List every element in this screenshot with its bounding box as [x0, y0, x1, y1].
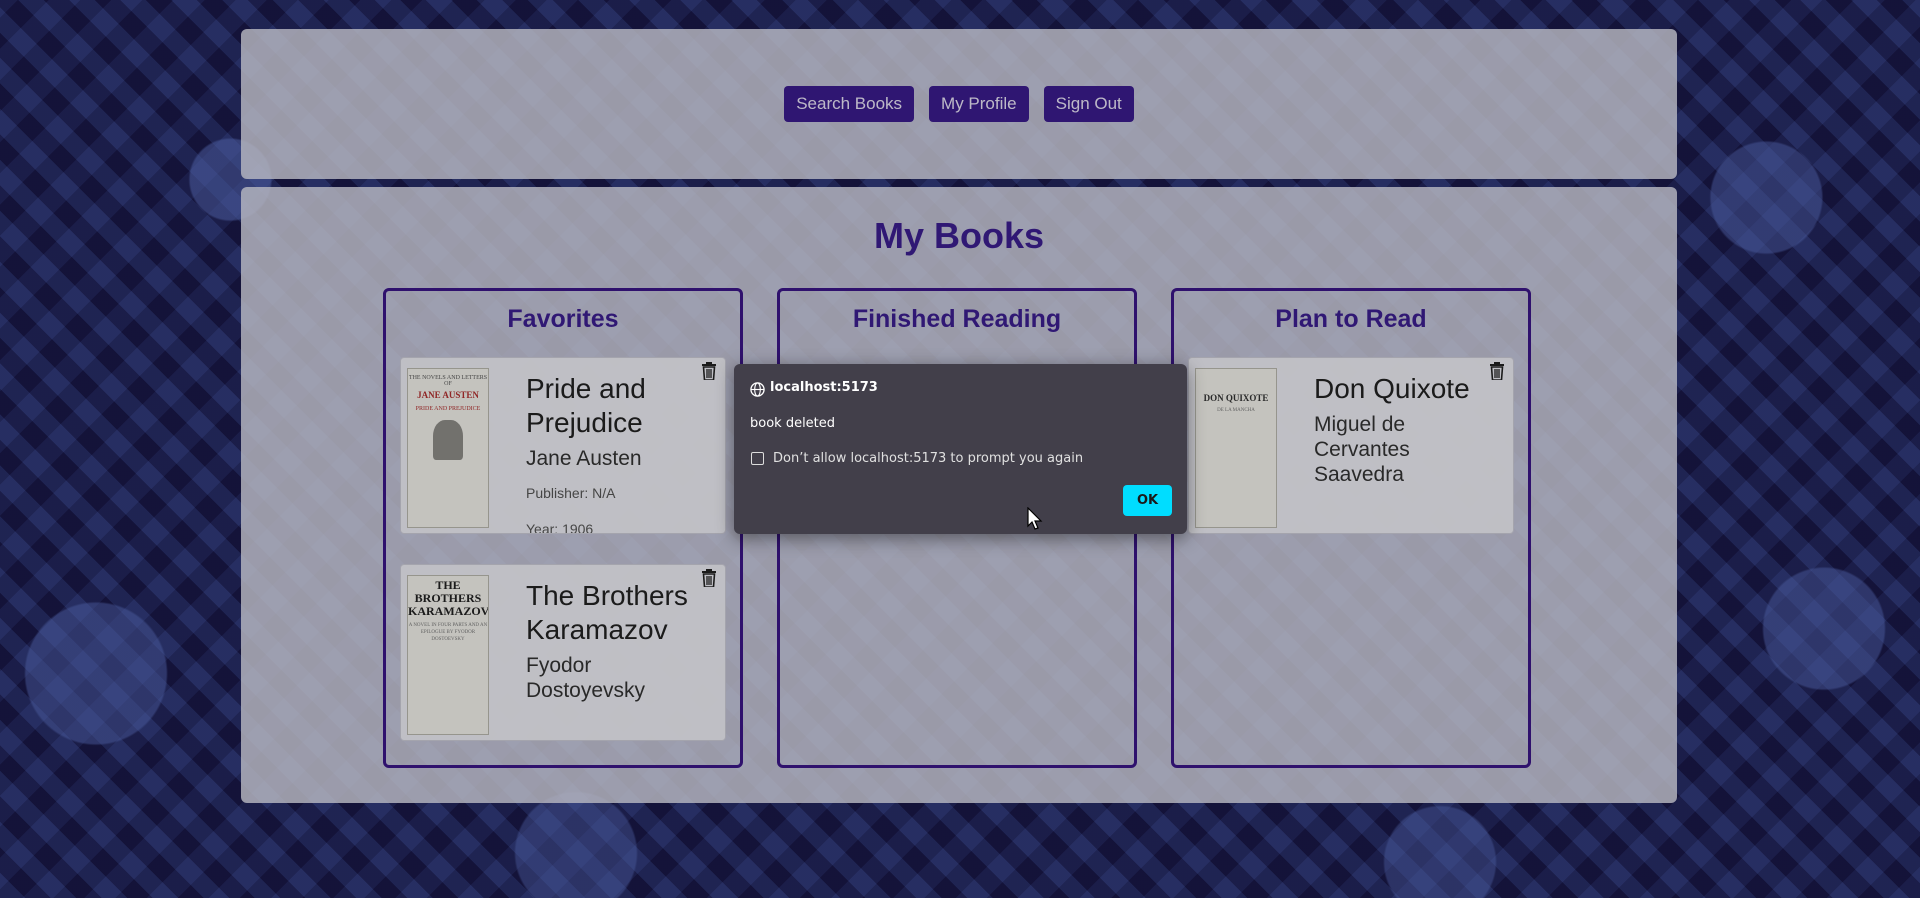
dont-allow-label[interactable]: Don’t allow localhost:5173 to prompt you… — [773, 451, 1083, 466]
globe-icon — [750, 382, 765, 397]
mouse-cursor-icon — [1027, 507, 1043, 530]
dialog-origin: localhost:5173 — [770, 380, 878, 395]
ok-button[interactable]: OK — [1123, 485, 1172, 516]
dialog-message: book deleted — [750, 416, 836, 431]
alert-dialog: localhost:5173 book deleted Don’t allow … — [734, 364, 1187, 534]
dont-allow-checkbox[interactable] — [751, 452, 764, 465]
